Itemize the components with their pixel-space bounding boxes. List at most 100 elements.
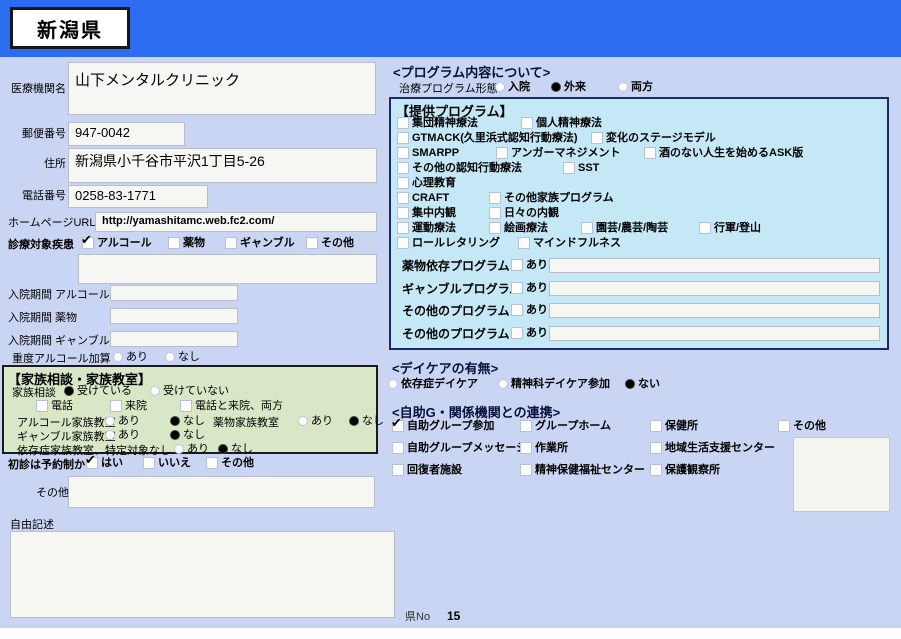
program-checkbox[interactable]: 集団精神療法	[397, 117, 478, 129]
program-checkbox[interactable]: マインドフルネス	[518, 237, 621, 249]
disease-checkbox-gamble[interactable]: ギャンブル	[225, 237, 295, 249]
radio-icon[interactable]	[218, 444, 228, 454]
daycare-radio-psychiatric[interactable]: 精神科デイケア参加	[498, 378, 610, 390]
family-alcohol-radio-nashi[interactable]: なし	[170, 415, 205, 427]
collab-checkbox[interactable]: 作業所	[520, 442, 568, 454]
family-alcohol-radio-ari[interactable]: あり	[105, 415, 140, 427]
other-program-field-1[interactable]	[549, 303, 880, 318]
program-checkbox[interactable]: 園芸/農芸/陶芸	[581, 222, 668, 234]
collab-checkbox[interactable]: 自助グループ参加	[391, 417, 494, 432]
checkbox-icon[interactable]	[168, 237, 180, 249]
phone-field[interactable]: 0258-83-1771	[68, 185, 208, 208]
checkbox-icon[interactable]	[397, 132, 409, 144]
program-checkbox[interactable]: 運動療法	[397, 222, 456, 234]
program-checkbox[interactable]: 心理教育	[397, 177, 456, 189]
family-general-radio-ari[interactable]: あり	[174, 443, 209, 455]
checkbox-icon[interactable]	[520, 442, 532, 454]
program-checkbox[interactable]: 日々の内観	[489, 207, 559, 219]
program-checkbox[interactable]: CRAFT	[397, 192, 449, 204]
drug-program-field[interactable]	[549, 258, 880, 273]
program-checkbox[interactable]: 酒のない人生を始めるASK版	[644, 147, 803, 159]
collab-checkbox[interactable]: 自助グループメッセージ	[392, 442, 527, 454]
disease-detail-field[interactable]	[78, 254, 377, 284]
homepage-url-field[interactable]: http://yamashitamc.web.fc2.com/	[95, 212, 377, 232]
radio-icon[interactable]	[150, 386, 160, 396]
collab-checkbox[interactable]: 回復者施設	[392, 464, 462, 476]
drug-program-checkbox[interactable]: あり	[511, 259, 548, 271]
collab-checkbox[interactable]: 精神保健福祉センター	[520, 464, 645, 476]
checkbox-icon[interactable]	[143, 457, 155, 469]
checkbox-icon[interactable]	[518, 237, 530, 249]
checkbox-icon[interactable]	[520, 464, 532, 476]
radio-icon[interactable]	[388, 379, 398, 389]
checkbox-icon[interactable]	[392, 464, 404, 476]
daycare-radio-none[interactable]: ない	[625, 378, 660, 390]
family-gamble-radio-ari[interactable]: あり	[105, 429, 140, 441]
checkbox-icon[interactable]	[650, 420, 662, 432]
family-drug-radio-nashi[interactable]: なし	[349, 415, 384, 427]
severe-addition-radio-ari[interactable]: あり	[113, 351, 148, 363]
checkbox-icon[interactable]	[581, 222, 593, 234]
radio-icon[interactable]	[618, 82, 628, 92]
checkbox-icon[interactable]	[511, 259, 523, 271]
checkbox-icon[interactable]	[511, 327, 523, 339]
program-checkbox[interactable]: 個人精神療法	[521, 117, 602, 129]
checkbox-icon[interactable]	[391, 417, 404, 432]
collab-checkbox[interactable]: 保健所	[650, 420, 698, 432]
checkbox-icon[interactable]	[397, 207, 409, 219]
program-checkbox[interactable]: GTMACK(久里浜式認知行動療法)	[397, 132, 578, 144]
program-form-radio-both[interactable]: 両方	[618, 81, 653, 93]
checkbox-icon[interactable]	[397, 192, 409, 204]
checkbox-icon[interactable]	[397, 162, 409, 174]
family-general-radio-nashi[interactable]: なし	[218, 443, 253, 455]
checkbox-icon[interactable]	[110, 400, 122, 412]
hosp-gamble-field[interactable]	[110, 331, 238, 347]
program-form-radio-inpatient[interactable]: 入院	[495, 81, 530, 93]
checkbox-icon[interactable]	[511, 304, 523, 316]
checkbox-icon[interactable]	[778, 420, 790, 432]
radio-icon[interactable]	[113, 352, 123, 362]
family-gamble-radio-nashi[interactable]: なし	[170, 429, 205, 441]
program-checkbox[interactable]: その他家族プログラム	[489, 192, 614, 204]
checkbox-icon[interactable]	[650, 464, 662, 476]
checkbox-icon[interactable]	[206, 457, 218, 469]
checkbox-icon[interactable]	[392, 442, 404, 454]
checkbox-icon[interactable]	[489, 207, 501, 219]
checkbox-icon[interactable]	[85, 454, 98, 469]
other-program-checkbox-1[interactable]: あり	[511, 304, 548, 316]
checkbox-icon[interactable]	[397, 222, 409, 234]
checkbox-icon[interactable]	[397, 237, 409, 249]
disease-checkbox-other[interactable]: その他	[306, 237, 354, 249]
radio-icon[interactable]	[170, 416, 180, 426]
radio-icon[interactable]	[625, 379, 635, 389]
disease-checkbox-drug[interactable]: 薬物	[168, 237, 205, 249]
family-method-visit[interactable]: 来院	[110, 400, 147, 412]
disease-checkbox-alcohol[interactable]: アルコール	[81, 234, 152, 249]
other-field[interactable]	[68, 476, 375, 508]
radio-icon[interactable]	[165, 352, 175, 362]
checkbox-icon[interactable]	[521, 117, 533, 129]
program-checkbox[interactable]: SST	[563, 162, 599, 174]
program-checkbox[interactable]: 行軍/登山	[699, 222, 761, 234]
family-method-phone[interactable]: 電話	[36, 400, 73, 412]
program-checkbox[interactable]: 絵画療法	[489, 222, 548, 234]
gamble-program-field[interactable]	[549, 281, 880, 296]
reservation-checkbox-yes[interactable]: はい	[85, 454, 123, 469]
collab-checkbox[interactable]: グループホーム	[520, 420, 611, 432]
checkbox-icon[interactable]	[397, 177, 409, 189]
checkbox-icon[interactable]	[306, 237, 318, 249]
radio-icon[interactable]	[105, 416, 115, 426]
checkbox-icon[interactable]	[563, 162, 575, 174]
free-text-area[interactable]	[10, 531, 395, 618]
other-program-field-2[interactable]	[549, 326, 880, 341]
program-form-radio-outpatient[interactable]: 外来	[551, 81, 586, 93]
checkbox-icon[interactable]	[644, 147, 656, 159]
radio-icon[interactable]	[495, 82, 505, 92]
checkbox-icon[interactable]	[397, 147, 409, 159]
gamble-program-checkbox[interactable]: あり	[511, 282, 548, 294]
collab-checkbox[interactable]: その他	[778, 420, 826, 432]
family-consult-radio-no[interactable]: 受けていない	[150, 385, 229, 397]
checkbox-icon[interactable]	[180, 400, 192, 412]
checkbox-icon[interactable]	[489, 192, 501, 204]
radio-icon[interactable]	[170, 430, 180, 440]
